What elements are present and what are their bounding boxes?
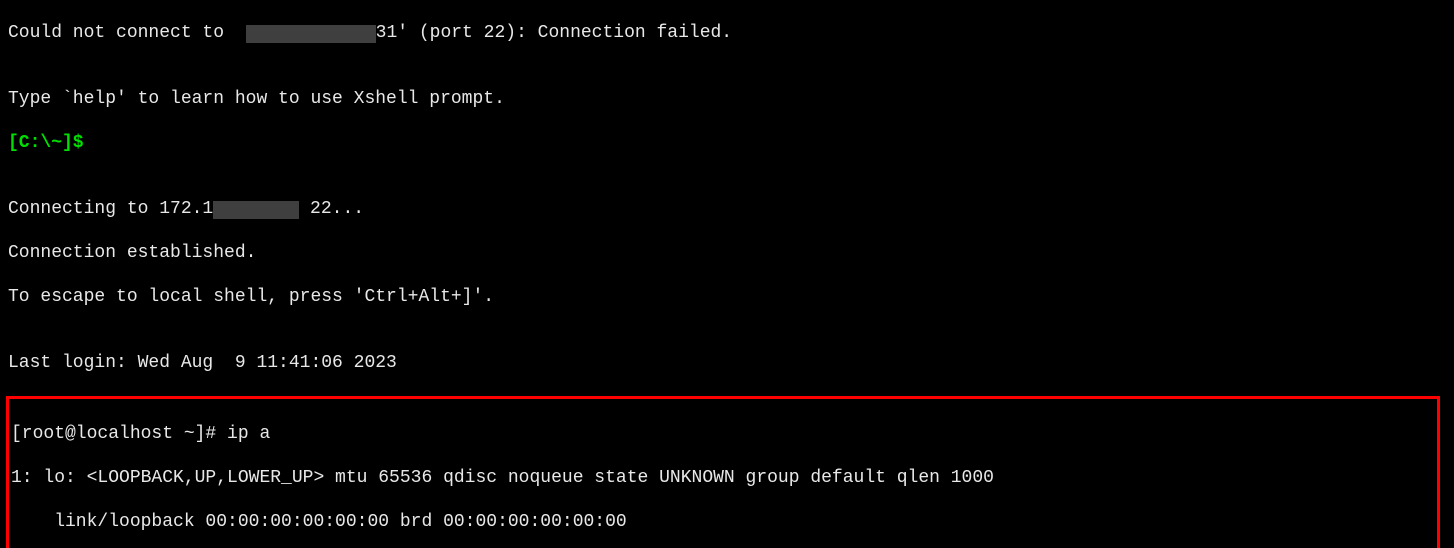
prompt-line: [C:\~]$ <box>8 132 1446 154</box>
output-line: 1: lo: <LOOPBACK,UP,LOWER_UP> mtu 65536 … <box>11 467 1435 489</box>
local-prompt: [C:\~]$ <box>8 133 84 153</box>
output-line: Could not connect to 31' (port 22): Conn… <box>8 22 1446 44</box>
text: Connecting to 172.1 <box>8 199 213 219</box>
output-line: link/loopback 00:00:00:00:00:00 brd 00:0… <box>11 511 1435 533</box>
output-line: Connection established. <box>8 242 1446 264</box>
redacted-ip <box>213 201 299 219</box>
text: Could not connect to <box>8 23 246 43</box>
output-line: To escape to local shell, press 'Ctrl+Al… <box>8 286 1446 308</box>
terminal-area[interactable]: Could not connect to 31' (port 22): Conn… <box>0 0 1454 548</box>
highlighted-region: [root@localhost ~]# ip a 1: lo: <LOOPBAC… <box>6 396 1440 548</box>
text: 31' (port 22): Connection failed. <box>376 23 732 43</box>
output-line: Last login: Wed Aug 9 11:41:06 2023 <box>8 352 1446 374</box>
output-line: Connecting to 172.1 22... <box>8 198 1446 220</box>
prompt-command-line: [root@localhost ~]# ip a <box>11 423 1435 445</box>
output-line: Type `help' to learn how to use Xshell p… <box>8 88 1446 110</box>
redacted-ip <box>246 25 376 43</box>
text: 22... <box>299 199 364 219</box>
